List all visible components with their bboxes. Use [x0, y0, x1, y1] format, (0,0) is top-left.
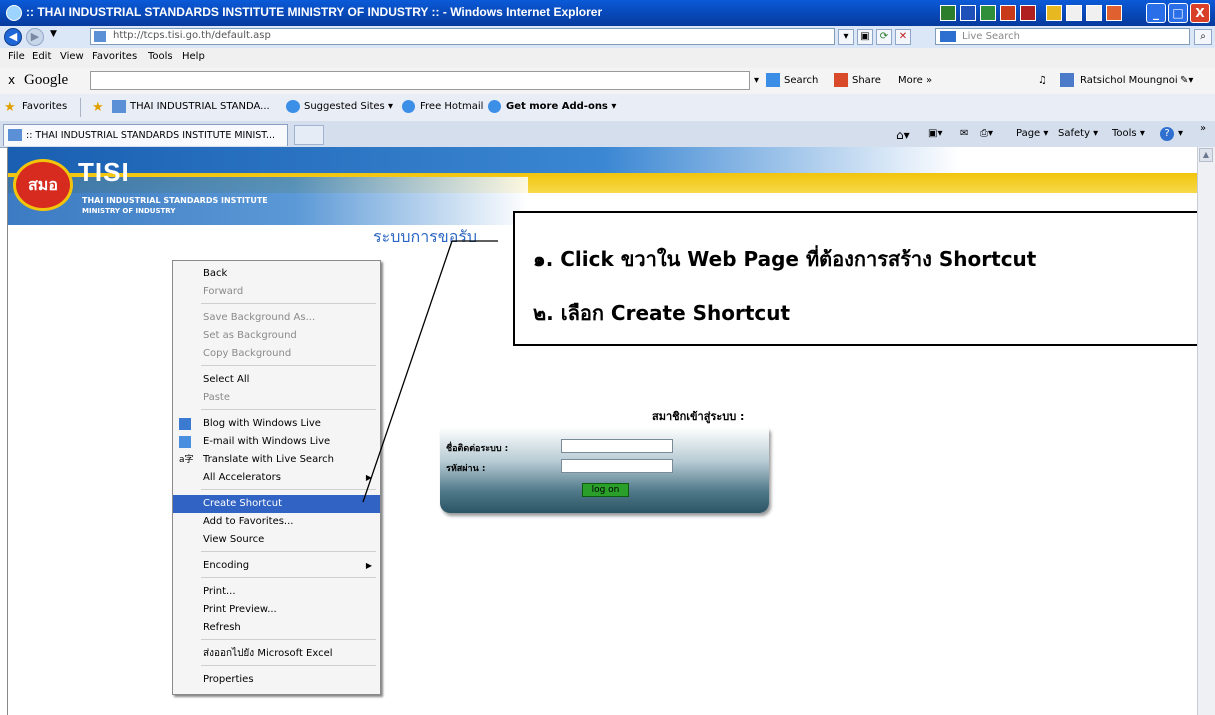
- site-favicon-icon: [94, 31, 106, 42]
- stop-icon[interactable]: ✕: [895, 29, 911, 45]
- suggested-sites-label: Suggested Sites: [304, 101, 385, 112]
- ie-page-icon: [402, 100, 415, 113]
- bell-icon[interactable]: ♫: [1038, 75, 1047, 86]
- close-button[interactable]: X: [1190, 3, 1210, 23]
- wrench-icon[interactable]: ✎▾: [1180, 75, 1193, 86]
- google-user-name[interactable]: Ratsichol Moungnoi: [1080, 75, 1178, 86]
- favorites-divider: [80, 98, 81, 117]
- powerpoint-icon[interactable]: [1000, 5, 1016, 21]
- ie-icon: [6, 5, 22, 21]
- search-icon[interactable]: ⌕: [1194, 29, 1212, 45]
- address-url: http://tcps.tisi.go.th/default.asp: [113, 30, 271, 41]
- user-avatar-icon: [1060, 73, 1074, 87]
- favorite-link-tisi[interactable]: THAI INDUSTRIAL STANDA...: [130, 101, 270, 112]
- tools-menu-label: Tools: [1112, 128, 1137, 139]
- share-icon: [834, 73, 848, 87]
- favorites-button[interactable]: Favorites: [22, 101, 67, 112]
- sheet-icon[interactable]: [1086, 5, 1102, 21]
- menu-file[interactable]: File: [8, 51, 25, 62]
- minimize-button[interactable]: _: [1146, 3, 1166, 23]
- folder-icon[interactable]: [1046, 5, 1062, 21]
- app-icon[interactable]: [1106, 5, 1122, 21]
- back-icon[interactable]: ◀: [4, 28, 22, 46]
- get-addons-label: Get more Add-ons: [506, 101, 608, 112]
- site-favicon-icon: [8, 129, 22, 141]
- address-input[interactable]: http://tcps.tisi.go.th/default.asp: [90, 28, 835, 45]
- tab-title: :: THAI INDUSTRIAL STANDARDS INSTITUTE M…: [26, 130, 276, 141]
- window-title: :: THAI INDUSTRIAL STANDARDS INSTITUTE M…: [26, 5, 603, 19]
- doc-icon[interactable]: [1066, 5, 1082, 21]
- ie-page-icon: [488, 100, 501, 113]
- history-dropdown-icon[interactable]: ▼: [50, 29, 57, 39]
- read-mail-icon[interactable]: ✉: [960, 128, 968, 139]
- tools-menu-button[interactable]: Tools ▾: [1112, 128, 1145, 139]
- excel-icon[interactable]: [980, 5, 996, 21]
- favorites-bar: ★ Favorites ★ THAI INDUSTRIAL STANDA... …: [0, 94, 1215, 122]
- google-share-button[interactable]: Share: [852, 75, 881, 86]
- google-more-button[interactable]: More »: [898, 75, 932, 86]
- maximize-button[interactable]: □: [1168, 3, 1188, 23]
- home-icon[interactable]: ⌂▾: [896, 128, 910, 142]
- live-search-input[interactable]: Live Search: [935, 28, 1190, 45]
- menu-view[interactable]: View: [60, 51, 84, 62]
- google-search-button[interactable]: Search: [784, 75, 818, 86]
- menu-bar: File Edit View Favorites Tools Help: [0, 48, 1215, 69]
- favorites-star-icon: ★: [4, 100, 16, 115]
- menu-tools[interactable]: Tools: [148, 51, 173, 62]
- forward-icon[interactable]: ▶: [26, 28, 44, 46]
- callout-pointer-line: [362, 240, 498, 503]
- favorite-free-hotmail[interactable]: Free Hotmail: [420, 101, 483, 112]
- google-search-input[interactable]: [90, 71, 750, 90]
- safety-menu-label: Safety: [1058, 128, 1090, 139]
- chevron-more-icon[interactable]: »: [1200, 123, 1206, 134]
- menu-favorites[interactable]: Favorites: [92, 51, 137, 62]
- favorite-suggested-sites[interactable]: Suggested Sites ▾: [304, 101, 393, 112]
- site-favicon-icon: [112, 100, 126, 113]
- scroll-up-icon[interactable]: ▲: [1199, 148, 1213, 162]
- print-icon[interactable]: ⎙▾: [980, 128, 993, 139]
- google-toolbar: x Google ▾ Search Share More » ♫ Ratsich…: [0, 68, 1215, 95]
- google-logo: Google: [24, 72, 69, 88]
- vertical-scrollbar[interactable]: ▲: [1197, 147, 1215, 715]
- add-favorite-icon[interactable]: ★: [92, 100, 104, 115]
- help-icon[interactable]: ?: [1160, 127, 1174, 141]
- google-toolbar-close[interactable]: x: [8, 73, 15, 87]
- acrobat-icon[interactable]: [1020, 5, 1036, 21]
- tab-bar: :: THAI INDUSTRIAL STANDARDS INSTITUTE M…: [0, 121, 1215, 148]
- tab-tisi[interactable]: :: THAI INDUSTRIAL STANDARDS INSTITUTE M…: [3, 124, 288, 146]
- page-menu-label: Page: [1016, 128, 1041, 139]
- menu-edit[interactable]: Edit: [32, 51, 51, 62]
- help-dropdown-icon[interactable]: ▾: [1178, 128, 1183, 139]
- live-search-placeholder: Live Search: [962, 31, 1020, 42]
- live-search-logo-icon: [940, 31, 956, 42]
- window-title-bar: :: THAI INDUSTRIAL STANDARDS INSTITUTE M…: [0, 0, 1215, 26]
- compatibility-icon[interactable]: ▣: [857, 29, 873, 45]
- google-search-icon: [766, 73, 780, 87]
- favorite-get-addons[interactable]: Get more Add-ons ▾: [506, 101, 616, 112]
- address-dropdown-icon[interactable]: ▾: [838, 29, 854, 45]
- new-tab-button[interactable]: [294, 125, 324, 145]
- safety-menu-button[interactable]: Safety ▾: [1058, 128, 1098, 139]
- taskbar-app-icon[interactable]: [940, 5, 956, 21]
- word-icon[interactable]: [960, 5, 976, 21]
- pointer-line: [362, 240, 453, 503]
- page-menu-button[interactable]: Page ▾: [1016, 128, 1048, 139]
- google-dropdown-icon[interactable]: ▾: [754, 75, 759, 86]
- ie-icon: [286, 100, 300, 113]
- feeds-icon[interactable]: ▣▾: [928, 128, 942, 139]
- menu-help[interactable]: Help: [182, 51, 205, 62]
- page-content: สมอ TISI THAI INDUSTRIAL STANDARDS INSTI…: [7, 147, 1198, 715]
- refresh-icon[interactable]: ⟳: [876, 29, 892, 45]
- address-toolbar: ◀ ▶ ▼ http://tcps.tisi.go.th/default.asp…: [0, 26, 1215, 49]
